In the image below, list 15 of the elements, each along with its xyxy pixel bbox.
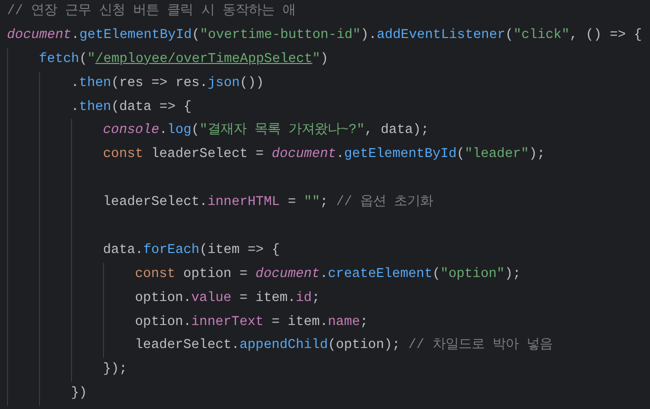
code-line: });	[103, 361, 128, 380]
code-line: option.innerText = item.name;	[135, 314, 368, 332]
code-line: const leaderSelect = document.getElementById("leader");	[103, 146, 546, 164]
code-line: const option = document.createElement("option");	[135, 266, 521, 284]
code-line: fetch("/employee/overTimeAppSelect")	[39, 50, 328, 69]
code-line: .then(res => res.json())	[71, 74, 264, 93]
code-line: option.value = item.id;	[135, 290, 320, 308]
code-line: document.getElementById("overtime-button-id").addEventListener("click", () => {	[7, 26, 642, 45]
code-line: .then(data => {	[71, 98, 192, 117]
code-line: data.forEach(item => {	[103, 242, 280, 260]
code-line: // 연장 근무 신청 버튼 클릭 시 동작하는 애	[7, 2, 296, 21]
code-line: leaderSelect.innerHTML = ""; // 옵션 초기화	[103, 194, 434, 212]
code-line: })	[71, 385, 88, 404]
code-line: leaderSelect.appendChild(option); // 차일드로 박아 넣음	[135, 336, 552, 356]
code-line: console.log("결재자 목록 가져왔나~?", data);	[103, 122, 429, 140]
